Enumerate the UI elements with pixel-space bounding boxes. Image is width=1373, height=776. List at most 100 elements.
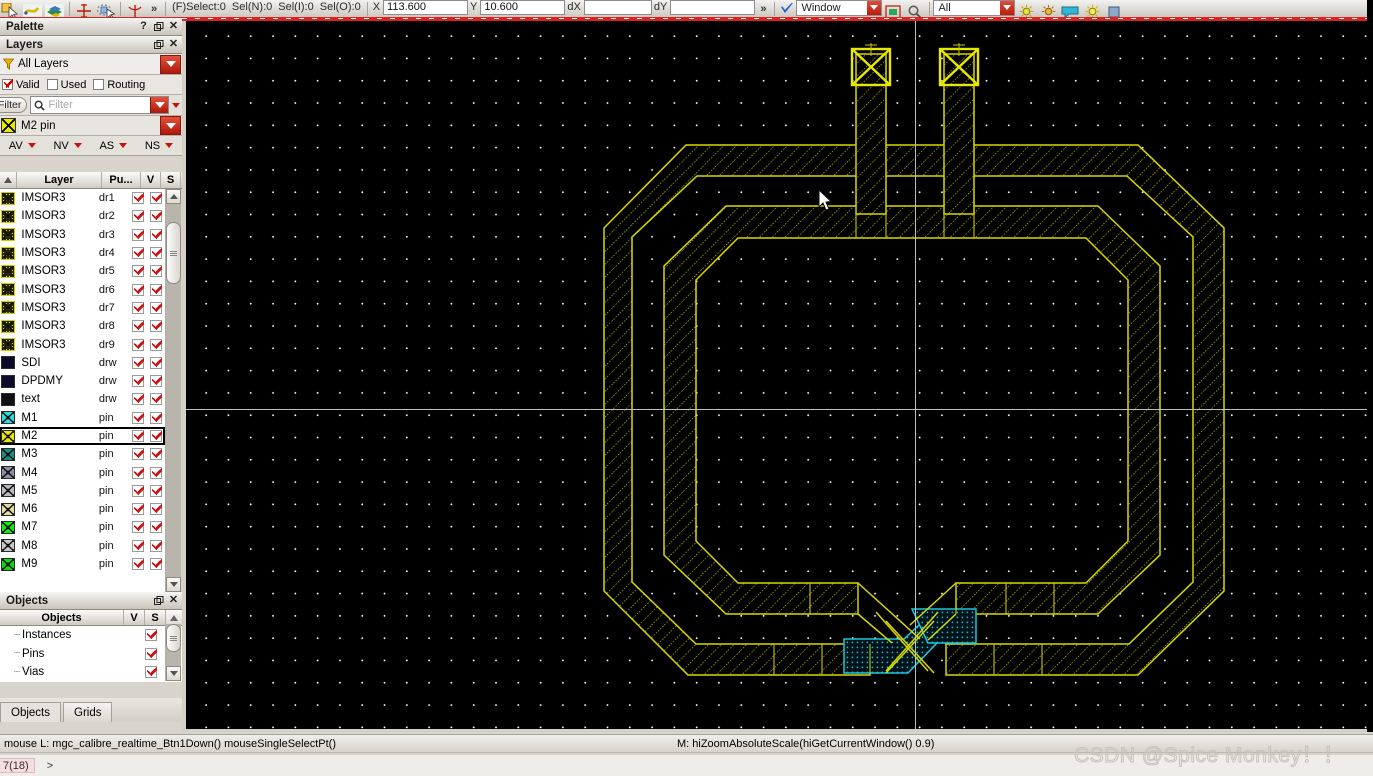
layer-visible-checkbox[interactable] — [129, 210, 147, 223]
objects-column-v[interactable]: V — [124, 610, 145, 625]
layer-swatch-cell[interactable] — [0, 447, 15, 461]
measure-icon[interactable] — [95, 0, 117, 17]
layer-swatch-cell[interactable] — [0, 520, 15, 534]
layer-selectable-checkbox[interactable] — [147, 503, 165, 516]
objects-list[interactable]: ┈ Instances ┈ Pins ┈ Vias — [0, 626, 182, 682]
used-checkbox[interactable] — [46, 79, 58, 90]
brightness-icon[interactable] — [1081, 0, 1103, 17]
scroll-down-button[interactable] — [166, 577, 181, 592]
layer-swatch-cell[interactable] — [0, 191, 15, 205]
layer-visible-checkbox[interactable] — [129, 466, 147, 479]
toolbar-overflow-left[interactable]: » — [146, 3, 162, 15]
tab-objects[interactable]: Objects — [0, 702, 61, 722]
zoom-window-icon[interactable] — [882, 0, 904, 17]
table-row[interactable]: IMSOR3 dr5 — [0, 262, 165, 280]
layer-swatch-cell[interactable] — [0, 374, 15, 388]
layer-visible-checkbox[interactable] — [129, 558, 147, 571]
objects-column-name[interactable]: Objects — [0, 610, 124, 625]
column-layer[interactable]: Layer — [17, 172, 102, 188]
scroll-up-button[interactable] — [166, 189, 181, 204]
dy-input[interactable] — [670, 0, 756, 15]
undock-button[interactable] — [152, 20, 165, 33]
layer-swatch-cell[interactable] — [0, 557, 15, 571]
layer-visible-checkbox[interactable] — [129, 503, 147, 516]
object-visible-checkbox[interactable] — [140, 666, 161, 679]
layer-selectable-checkbox[interactable] — [147, 558, 165, 571]
layer-swatch-cell[interactable] — [0, 466, 15, 480]
active-layer-row[interactable]: M2 pin — [0, 116, 182, 136]
select-arrow-icon[interactable] — [0, 0, 22, 17]
tab-grids[interactable]: Grids — [63, 702, 113, 722]
layers-stack-icon[interactable] — [44, 0, 66, 17]
all-layers-row[interactable]: All Layers — [0, 54, 182, 75]
layer-visible-checkbox[interactable] — [129, 228, 147, 241]
column-purpose[interactable]: Pu... — [102, 172, 141, 188]
x-coord-input[interactable]: 113.600 — [383, 0, 469, 15]
active-layer-dropdown[interactable] — [160, 116, 181, 135]
list-item[interactable]: ┈ Instances — [0, 626, 182, 645]
layer-selectable-checkbox[interactable] — [147, 338, 165, 351]
chevron-down-icon-2[interactable] — [1000, 0, 1015, 15]
layer-scroll-thumb[interactable] — [166, 222, 181, 284]
av-toggle[interactable]: AV — [0, 140, 45, 152]
command-prompt-row[interactable]: 7(18) > — [0, 755, 1373, 776]
layer-visible-checkbox[interactable] — [129, 265, 147, 278]
layer-visible-checkbox[interactable] — [129, 521, 147, 534]
layer-swatch-cell[interactable] — [0, 429, 15, 443]
layer-selectable-checkbox[interactable] — [147, 283, 165, 296]
chevron-down-icon[interactable] — [867, 0, 882, 15]
layer-selectable-checkbox[interactable] — [147, 192, 165, 205]
layer-visible-checkbox[interactable] — [129, 448, 147, 461]
table-row[interactable]: IMSOR3 dr1 — [0, 189, 165, 207]
layer-swatch-cell[interactable] — [0, 301, 15, 315]
y-coord-input[interactable]: 10.600 — [480, 0, 566, 15]
toolbar-end-icon[interactable] — [1103, 0, 1125, 17]
layer-visible-checkbox[interactable] — [129, 484, 147, 497]
layer-visible-checkbox[interactable] — [129, 375, 147, 388]
layer-swatch-cell[interactable] — [0, 228, 15, 242]
layer-swatch-cell[interactable] — [0, 264, 15, 278]
layer-selectable-checkbox[interactable] — [147, 539, 165, 552]
objects-scroll-track[interactable] — [166, 624, 181, 666]
layer-swatch-cell[interactable] — [0, 338, 15, 352]
table-row[interactable]: SDI drw — [0, 354, 165, 372]
table-row[interactable]: IMSOR3 dr7 — [0, 299, 165, 317]
layer-visible-checkbox[interactable] — [129, 301, 147, 314]
layer-selectable-checkbox[interactable] — [147, 411, 165, 424]
table-row[interactable]: M8 pin — [0, 537, 165, 555]
layer-sort-up-icon[interactable] — [0, 172, 17, 188]
table-row[interactable]: M1 pin — [0, 409, 165, 427]
list-item[interactable]: ┈ Pins — [0, 644, 182, 663]
layer-swatch-cell[interactable] — [0, 246, 15, 260]
layer-swatch-cell[interactable] — [0, 356, 15, 370]
layer-visible-checkbox[interactable] — [129, 411, 147, 424]
scope-select[interactable]: All — [933, 0, 1016, 16]
balloon-icon[interactable] — [1059, 0, 1081, 17]
table-row[interactable]: text drw — [0, 390, 165, 408]
layer-selectable-checkbox[interactable] — [147, 393, 165, 406]
objects-scroll-down-button[interactable] — [166, 666, 181, 681]
layer-swatch-cell[interactable] — [0, 411, 15, 425]
layers-close-button[interactable]: ✕ — [167, 38, 180, 51]
layer-visible-checkbox[interactable] — [129, 393, 147, 406]
layers-undock-button[interactable] — [152, 38, 165, 51]
layer-selectable-checkbox[interactable] — [147, 521, 165, 534]
layer-selectable-checkbox[interactable] — [147, 375, 165, 388]
layer-visible-checkbox[interactable] — [129, 320, 147, 333]
layer-swatch-cell[interactable] — [0, 484, 15, 498]
list-item[interactable]: ┈ Vias — [0, 663, 182, 682]
zoom-mode-select[interactable]: Window — [796, 0, 883, 16]
layer-selectable-checkbox[interactable] — [147, 430, 165, 442]
layer-list[interactable]: IMSOR3 dr1 IMSOR3 dr2 IMSOR3 dr3 IMSOR3 dr4 IMSO… — [0, 189, 165, 592]
clear-ruler-icon[interactable] — [124, 0, 146, 17]
column-visible[interactable]: V — [141, 172, 161, 188]
layer-visible-checkbox[interactable] — [129, 283, 147, 296]
table-row[interactable]: IMSOR3 dr6 — [0, 280, 165, 298]
layer-selectable-checkbox[interactable] — [147, 466, 165, 479]
filter-button[interactable]: Filter — [0, 97, 28, 113]
layer-swatch-cell[interactable] — [0, 392, 15, 406]
table-row[interactable]: M5 pin — [0, 482, 165, 500]
layer-selectable-checkbox[interactable] — [147, 210, 165, 223]
help-button[interactable]: ? — [137, 20, 150, 33]
layer-visible-checkbox[interactable] — [129, 338, 147, 351]
